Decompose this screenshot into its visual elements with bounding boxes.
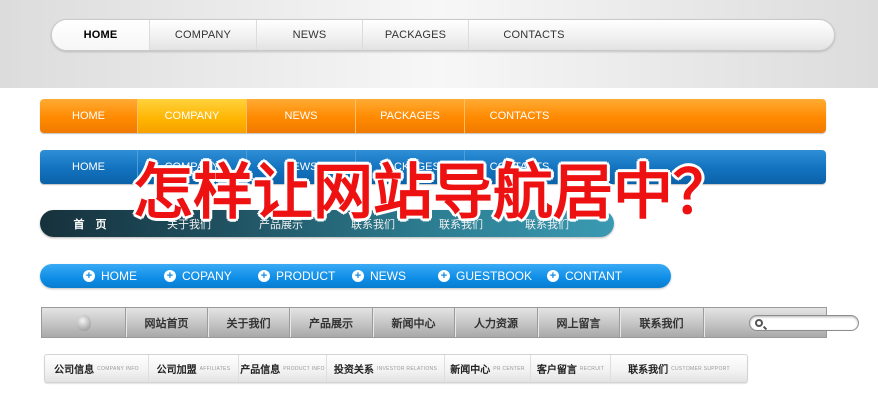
grey-nav-contact[interactable]: 联系我们: [620, 308, 704, 337]
nav-label-en: INVESTOR RELATIONS: [376, 365, 438, 372]
skyblue-nav-label: NEWS: [370, 269, 406, 283]
light-nav-product-info[interactable]: 产品信息 PRODUCT INFO: [239, 355, 327, 382]
silver-nav-packages[interactable]: PACKAGES: [363, 20, 469, 50]
nav-label-zh: 投资关系: [333, 365, 374, 376]
skyblue-nav-guestbook[interactable]: + GUESTBOOK: [438, 264, 532, 288]
blue-nav-home[interactable]: HOME: [40, 150, 138, 184]
skyblue-nav-bar: + HOME + COPANY + PRODUCT + NEWS + GUESTBOOK …: [40, 264, 671, 288]
skyblue-nav-news[interactable]: + NEWS: [352, 264, 406, 288]
plus-icon: +: [83, 270, 95, 282]
skyblue-nav-label: COPANY: [182, 269, 232, 283]
light-nav-affiliates[interactable]: 公司加盟 AFFILIATES: [149, 355, 239, 382]
search-icon: [755, 319, 763, 327]
orange-nav-contacts[interactable]: CONTACTS: [465, 99, 574, 133]
grey-nav-home[interactable]: 网站首页: [126, 308, 208, 337]
plus-icon: +: [258, 270, 270, 282]
orange-nav-news[interactable]: NEWS: [247, 99, 356, 133]
plus-icon: +: [164, 270, 176, 282]
teal-nav-home[interactable]: 首 页: [40, 210, 144, 237]
grey-nav-hr[interactable]: 人力资源: [455, 308, 538, 337]
silver-nav-company[interactable]: COMPANY: [150, 20, 257, 50]
nav-label-en: RECRUIT: [579, 365, 605, 372]
nav-label-en: PRODUCT INFO: [283, 365, 325, 372]
skyblue-nav-contant[interactable]: + CONTANT: [547, 264, 622, 288]
orange-nav-company[interactable]: COMPANY: [138, 99, 247, 133]
silver-nav-home[interactable]: HOME: [52, 20, 150, 50]
skyblue-nav-home[interactable]: + HOME: [83, 264, 137, 288]
grey-nav-guestbook[interactable]: 网上留言: [538, 308, 620, 337]
plus-icon: +: [352, 270, 364, 282]
silver-nav-background: HOME COMPANY NEWS PACKAGES CONTACTS: [0, 0, 878, 88]
apple-icon: [76, 314, 91, 331]
light-nav-investor-relations[interactable]: 投资关系 INVESTOR RELATIONS: [327, 355, 445, 382]
silver-nav-contacts[interactable]: CONTACTS: [469, 20, 599, 50]
nav-label-zh: 公司加盟: [156, 365, 197, 376]
nav-label-en: AFFILIATES: [199, 365, 231, 372]
grey-nav-news[interactable]: 新闻中心: [373, 308, 455, 337]
overlay-question-text: 怎样让网站导航居中？: [133, 158, 733, 228]
light-nav-customer-support[interactable]: 联系我们 CUSTOMER SUPPORT: [611, 355, 747, 382]
skyblue-nav-label: PRODUCT: [276, 269, 336, 283]
skyblue-nav-label: GUESTBOOK: [456, 269, 533, 283]
nav-label-zh: 联系我们: [628, 365, 669, 376]
nav-label-en: CUSTOMER SUPPORT: [671, 365, 730, 372]
light-nav-recruit[interactable]: 客户留言 RECRUIT: [531, 355, 611, 382]
skyblue-nav-label: HOME: [101, 269, 137, 283]
nav-label-en: COMPANY INFO: [97, 365, 139, 372]
search-input[interactable]: [749, 315, 859, 331]
nav-label-zh: 产品信息: [240, 365, 281, 376]
nav-label-zh: 新闻中心: [450, 365, 491, 376]
light-nav-pr-center[interactable]: 新闻中心 PR CENTER: [445, 355, 531, 382]
grey-nav-products[interactable]: 产品展示: [290, 308, 373, 337]
skyblue-nav-company[interactable]: + COPANY: [164, 264, 232, 288]
skyblue-nav-product[interactable]: + PRODUCT: [258, 264, 335, 288]
orange-nav-home[interactable]: HOME: [40, 99, 138, 133]
apple-logo-button[interactable]: [42, 308, 126, 337]
light-nav-company-info[interactable]: 公司信息 COMPANY INFO: [45, 355, 149, 382]
plus-icon: +: [438, 270, 450, 282]
silver-nav-bar: HOME COMPANY NEWS PACKAGES CONTACTS: [51, 19, 835, 51]
light-nav-bar: 公司信息 COMPANY INFO 公司加盟 AFFILIATES 产品信息 PROD…: [44, 354, 748, 383]
nav-label-en: PR CENTER: [493, 365, 525, 372]
plus-icon: +: [547, 270, 559, 282]
skyblue-nav-label: CONTANT: [565, 269, 623, 283]
orange-nav-bar: HOME COMPANY NEWS PACKAGES CONTACTS: [40, 99, 826, 133]
silver-nav-news[interactable]: NEWS: [257, 20, 363, 50]
nav-label-zh: 客户留言: [536, 365, 577, 376]
grey-nav-bar: 网站首页 关于我们 产品展示 新闻中心 人力资源 网上留言 联系我们: [41, 307, 859, 338]
orange-nav-packages[interactable]: PACKAGES: [356, 99, 465, 133]
nav-label-zh: 公司信息: [54, 365, 95, 376]
grey-nav-about[interactable]: 关于我们: [208, 308, 290, 337]
